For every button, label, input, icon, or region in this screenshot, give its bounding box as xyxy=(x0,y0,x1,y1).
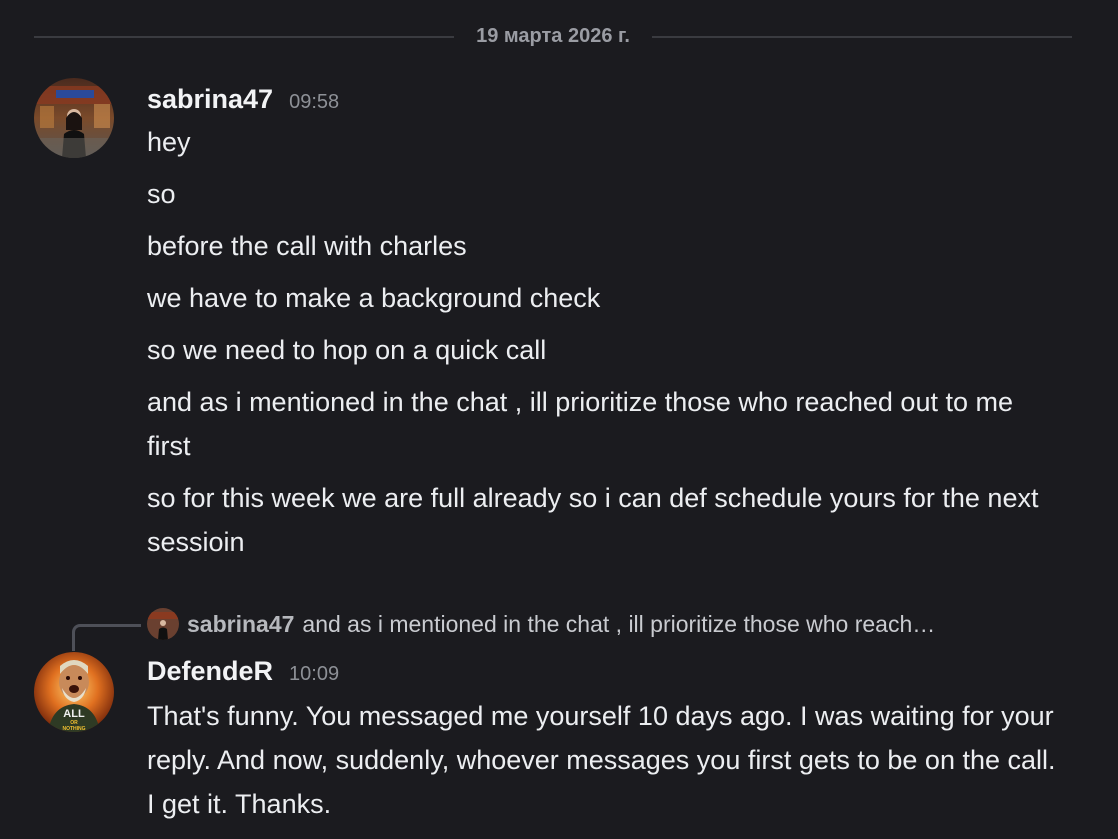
date-divider-label: 19 марта 2026 г. xyxy=(476,25,630,47)
message-line: so we need to hop on a quick call xyxy=(147,335,547,365)
avatar-text-bottom: NOTHING xyxy=(62,726,85,732)
username[interactable]: DefendeR xyxy=(147,656,273,687)
message-header: DefendeR 10:09 xyxy=(147,656,339,688)
timestamp[interactable]: 10:09 xyxy=(289,663,339,686)
message-line: we have to make a background check xyxy=(147,283,601,313)
message-line: so for this week we are full already so … xyxy=(147,483,1039,557)
reply-avatar xyxy=(147,608,179,640)
message-line: so xyxy=(147,179,176,209)
reply-text[interactable]: and as i mentioned in the chat , ill pri… xyxy=(302,611,935,638)
avatar[interactable]: ALL OR NOTHING xyxy=(34,652,114,732)
chat-window: 19 марта 2026 г. sabrina47 09:58 hey so … xyxy=(0,0,1118,839)
reply-username[interactable]: sabrina47 xyxy=(187,611,294,638)
message-line: hey xyxy=(147,127,191,157)
reply-connector xyxy=(72,624,141,651)
message-line: before the call with charles xyxy=(147,231,467,261)
message-lines: That's funny. You messaged me yourself 1… xyxy=(147,694,1057,834)
all-or-nothing-avatar-icon: ALL OR NOTHING xyxy=(34,652,114,732)
reply-preview[interactable]: sabrina47 and as i mentioned in the chat… xyxy=(147,606,935,642)
username[interactable]: sabrina47 xyxy=(147,84,273,115)
message-header: sabrina47 09:58 xyxy=(147,84,339,116)
avatar[interactable] xyxy=(34,78,114,158)
date-divider: 19 марта 2026 г. xyxy=(34,25,1072,47)
user-photo-avatar-icon xyxy=(34,78,114,158)
message-line: That's funny. You messaged me yourself 1… xyxy=(147,701,1056,819)
message-line: and as i mentioned in the chat , ill pri… xyxy=(147,387,1013,461)
message-lines: hey so before the call with charles we h… xyxy=(147,120,1057,572)
timestamp[interactable]: 09:58 xyxy=(289,91,339,114)
user-photo-avatar-small-icon xyxy=(147,608,179,640)
avatar-text-top: ALL xyxy=(63,708,85,720)
